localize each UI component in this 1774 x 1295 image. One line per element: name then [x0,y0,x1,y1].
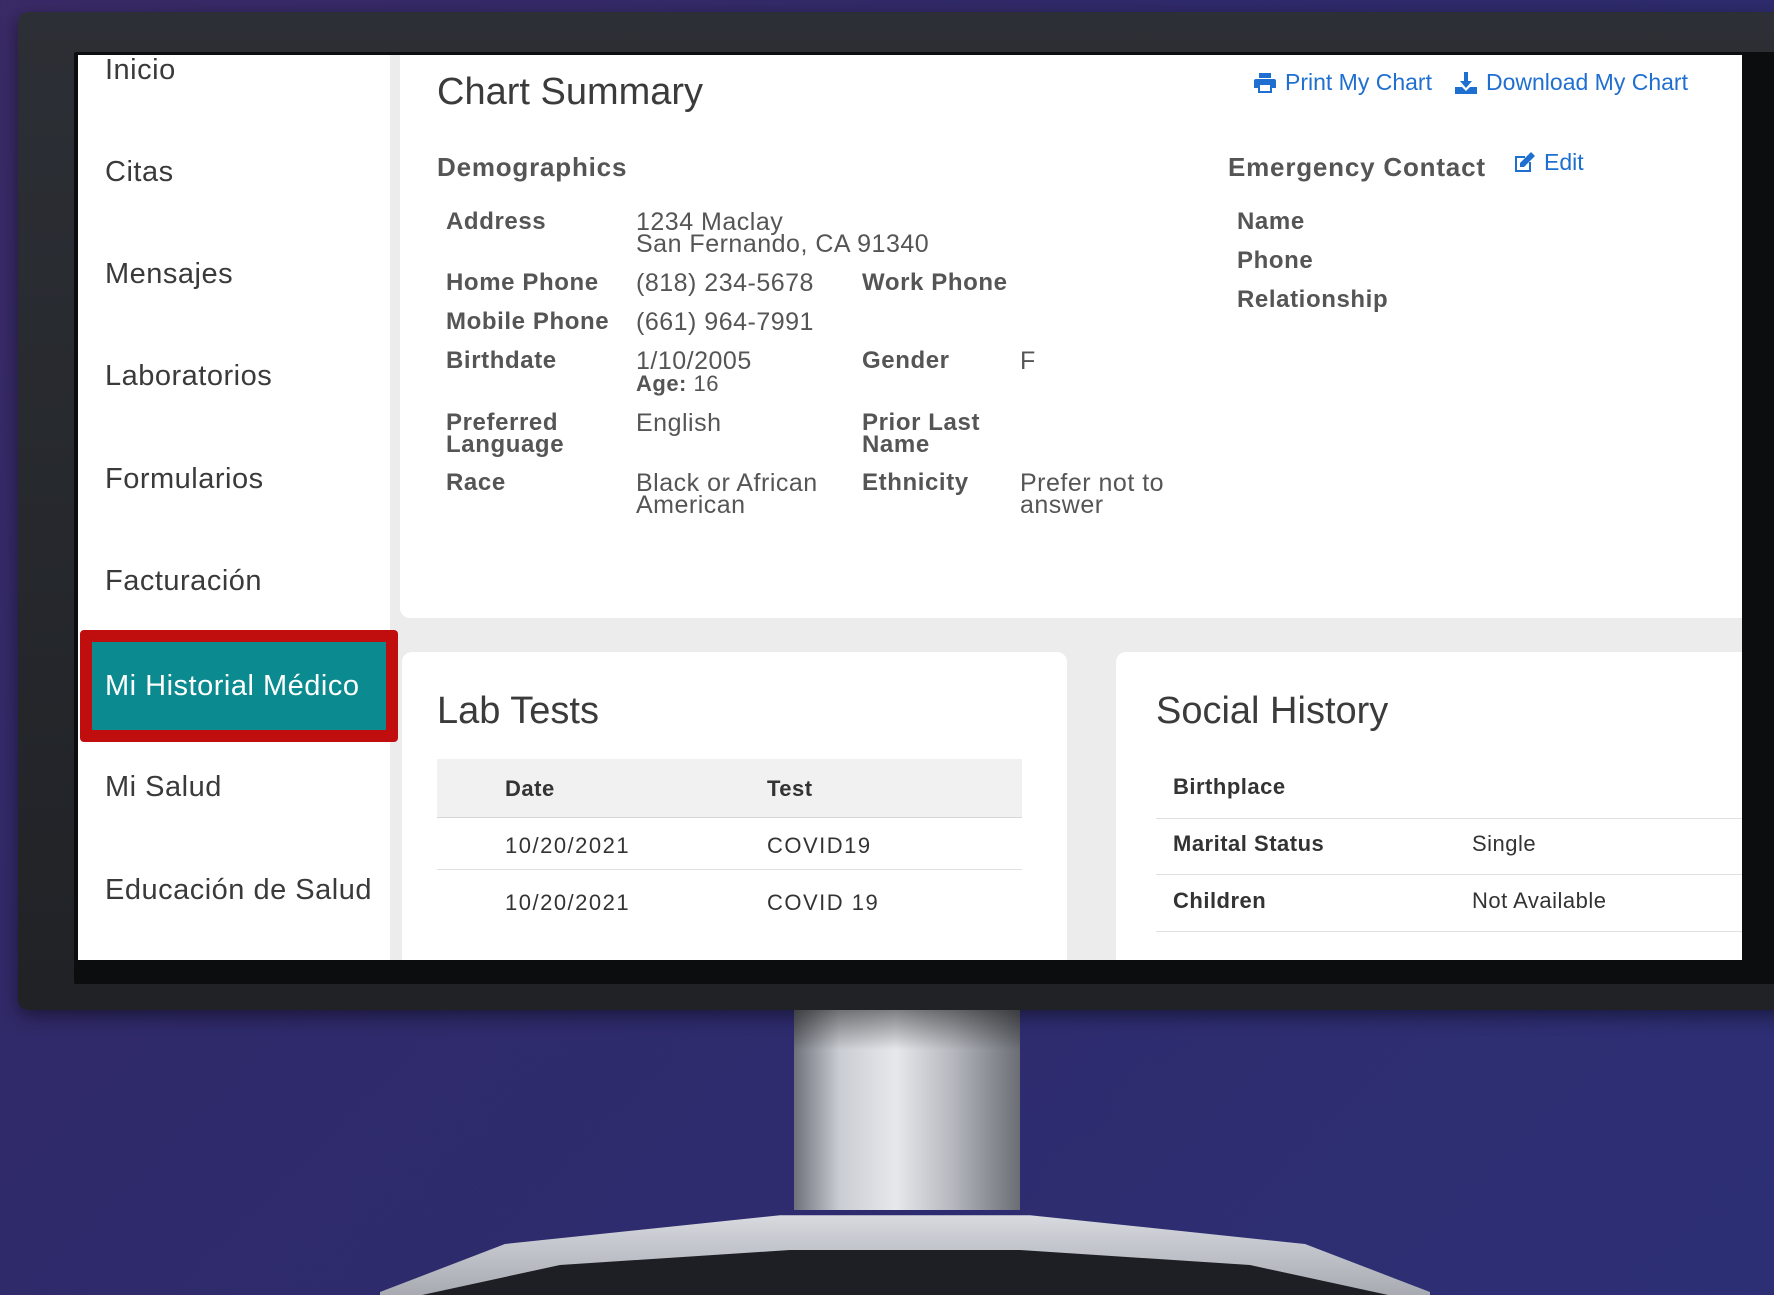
ethnicity-label: Ethnicity [862,469,969,496]
mobile-phone-label: Mobile Phone [446,308,610,335]
sidebar-item-formularios[interactable]: Formularios [105,444,385,514]
lab-tests-card: Lab Tests Date Test 10/20/2021 COVID19 1… [402,652,1067,960]
lab-row-1-test: COVID19 [767,833,872,858]
preferred-language-value: English [636,409,722,437]
gender-value: F [1020,347,1036,375]
download-my-chart-link[interactable]: Download My Chart [1454,69,1688,96]
race-label: Race [446,469,506,496]
sidebar-item-citas[interactable]: Citas [105,137,385,207]
stand-shadow [794,1010,1020,1050]
demographics-heading: Demographics [437,152,628,182]
print-my-chart-label: Print My Chart [1285,69,1432,95]
sidebar-item-facturacion[interactable]: Facturación [105,546,385,616]
work-phone-label: Work Phone [862,269,1008,296]
address-label: Address [446,208,547,235]
sidebar: Inicio Citas Mensajes Laboratorios Formu… [78,55,398,960]
birthdate-label: Birthdate [446,347,557,374]
sidebar-item-mensajes[interactable]: Mensajes [105,239,385,309]
lab-tests-header-row: Date Test [437,759,1022,818]
age-label: Age: [636,371,687,396]
sidebar-item-mi-salud[interactable]: Mi Salud [105,752,385,822]
marital-status-label: Marital Status [1173,831,1325,856]
print-icon [1254,72,1276,93]
emergency-relationship-label: Relationship [1237,286,1389,313]
page-title: Chart Summary [437,71,704,113]
gender-label: Gender [862,347,950,374]
edit-emergency-contact-link[interactable]: Edit [1512,149,1584,176]
emergency-name-label: Name [1237,208,1305,235]
children-label: Children [1173,888,1267,913]
sidebar-item-educacion-de-salud[interactable]: Educación de Salud [105,855,385,925]
lab-row-1-date: 10/20/2021 [505,833,631,858]
sidebar-item-mi-historial-medico[interactable]: Mi Historial Médico [80,630,398,742]
mobile-phone-value: (661) 964-7991 [636,308,814,336]
social-history-card: Social History Birthplace Marital Status… [1116,652,1742,960]
row-divider [437,869,1022,870]
ethnicity-value-2: answer [1020,491,1104,519]
race-value-2: American [636,491,746,519]
prior-last-name-label-2: Name [862,431,930,458]
home-phone-value: (818) 234-5678 [636,269,814,297]
row-divider [1156,874,1742,875]
age-line: Age: 16 [636,372,719,396]
social-history-title: Social History [1156,690,1389,732]
home-phone-label: Home Phone [446,269,599,296]
lab-row-2-date: 10/20/2021 [505,890,631,915]
lab-tests-title: Lab Tests [437,690,599,732]
download-my-chart-label: Download My Chart [1486,69,1688,95]
sidebar-item-laboratorios[interactable]: Laboratorios [105,341,385,411]
emergency-phone-label: Phone [1237,247,1314,274]
lab-row-2-test: COVID 19 [767,890,880,915]
children-value: Not Available [1472,888,1607,913]
row-divider [1156,931,1742,932]
marital-status-value: Single [1472,831,1537,856]
chart-summary-card: Chart Summary Print My Chart Download My… [400,55,1742,618]
edit-icon [1515,151,1535,172]
edit-label: Edit [1544,149,1584,175]
birthplace-label: Birthplace [1173,774,1286,799]
address-line2: San Fernando, CA 91340 [636,230,930,258]
column-header-test: Test [767,776,813,801]
emergency-contact-heading: Emergency Contact [1228,152,1486,182]
preferred-language-label-2: Language [446,431,565,458]
column-header-date: Date [505,776,555,801]
birthdate-value: 1/10/2005 [636,347,752,375]
print-my-chart-link[interactable]: Print My Chart [1253,69,1432,96]
sidebar-item-inicio[interactable]: Inicio [105,55,385,105]
screen: Inicio Citas Mensajes Laboratorios Formu… [78,55,1742,960]
download-icon [1455,71,1477,94]
row-divider [1156,818,1742,819]
age-value: 16 [693,371,719,396]
